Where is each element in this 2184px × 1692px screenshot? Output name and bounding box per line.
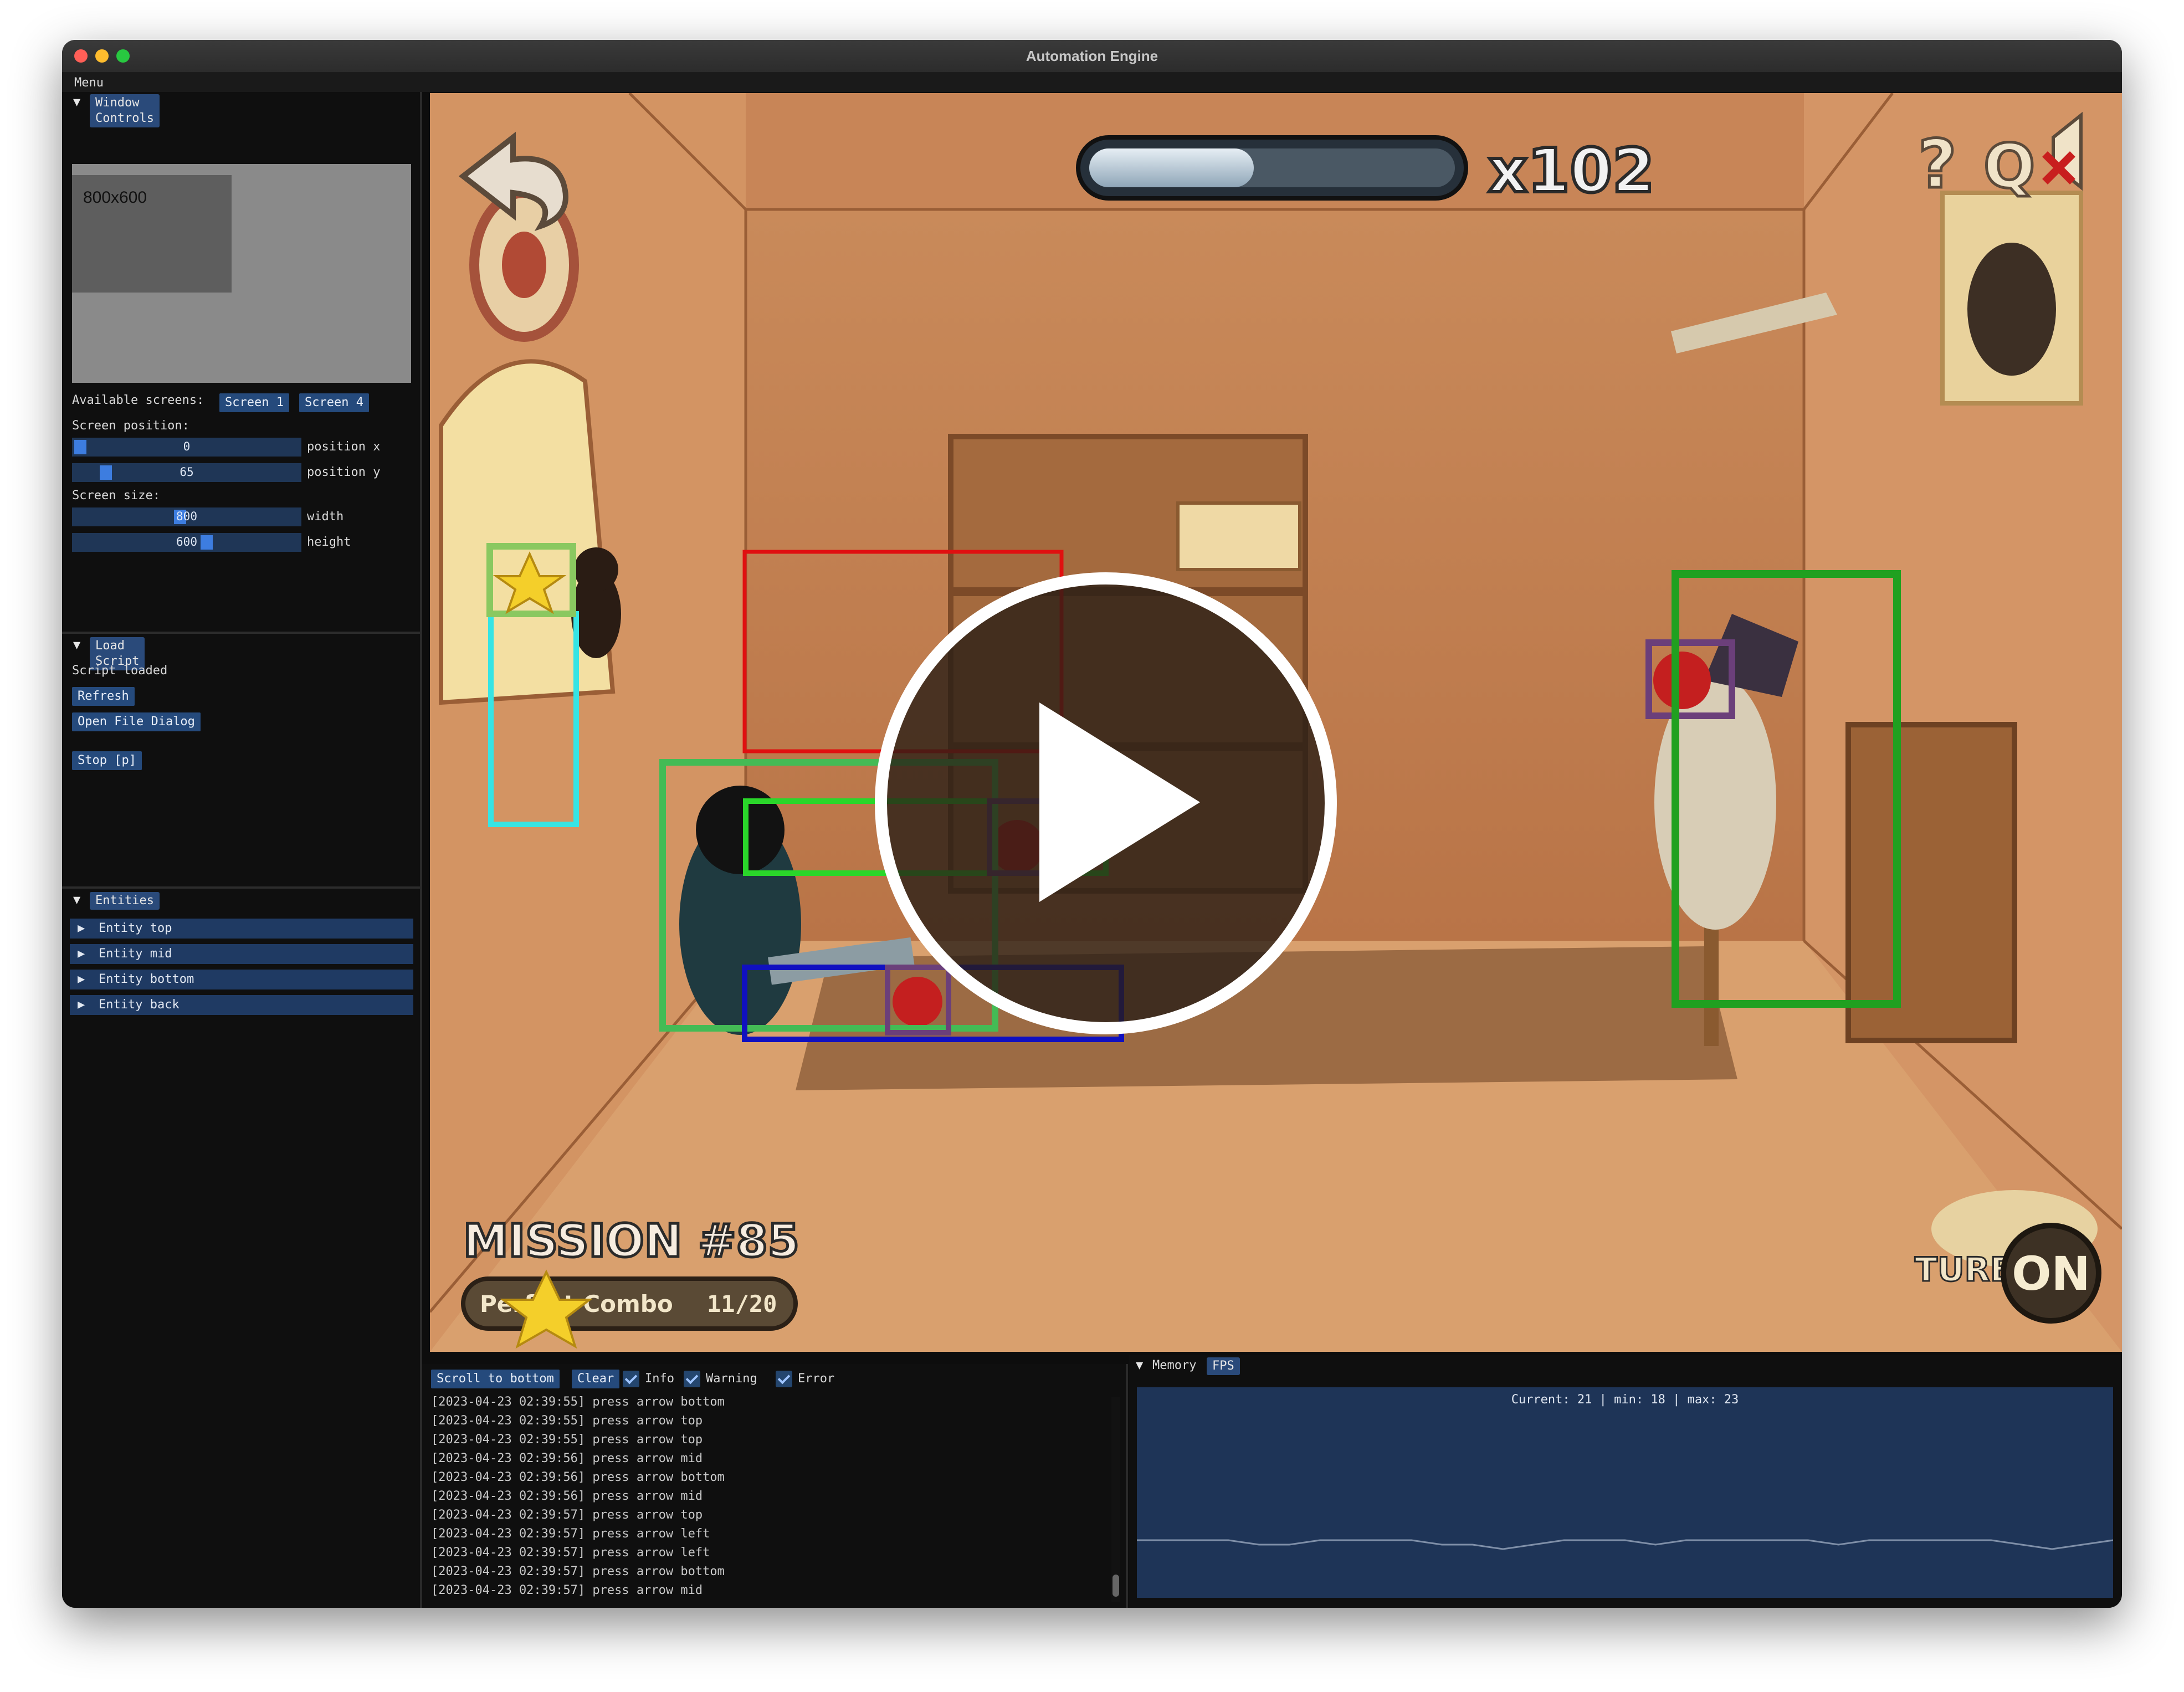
fps-graph (1137, 1539, 2113, 1550)
error-checkbox[interactable] (776, 1371, 792, 1387)
log-line: [2023-04-23 02:39:56] press arrow bottom (431, 1470, 725, 1484)
log-line: [2023-04-23 02:39:55] press arrow top (431, 1433, 703, 1447)
window-title: Automation Engine (1026, 48, 1158, 64)
log-line: [2023-04-23 02:39:56] press arrow mid (431, 1489, 703, 1503)
fps-plot: Current: 21 | min: 18 | max: 23 (1137, 1387, 2113, 1598)
log-line: [2023-04-23 02:39:57] press arrow top (431, 1508, 703, 1522)
tab-memory[interactable]: Memory (1152, 1358, 1196, 1372)
position-x-slider[interactable]: 0 (72, 438, 301, 457)
entity-label: Entity bottom (99, 972, 194, 986)
tab-fps[interactable]: FPS (1207, 1357, 1240, 1375)
height-slider[interactable]: 600 (72, 533, 301, 552)
collapse-arrow-icon[interactable]: ▼ (73, 95, 80, 109)
preview-size-label: 800x600 (83, 188, 147, 207)
quality-icon[interactable]: Q (1982, 130, 2037, 203)
clear-button[interactable]: Clear (572, 1370, 620, 1388)
log-line: [2023-04-23 02:39:57] press arrow left (431, 1527, 710, 1541)
height-label: height (307, 535, 351, 549)
entity-label: Entity back (99, 998, 180, 1012)
screen-position-label: Screen position: (72, 419, 189, 433)
error-label: Error (798, 1372, 835, 1386)
mission-label: MISSION #85 (463, 1215, 799, 1268)
menu-bar: Menu (62, 73, 2122, 92)
console-scrollbar[interactable] (1111, 1397, 1120, 1602)
position-y-label: position y (307, 465, 381, 479)
app-window: Automation Engine Menu ▼ Window Controls… (62, 40, 2122, 1608)
slider-value: 600 (176, 535, 197, 548)
game-viewport[interactable]: x102 ? Q MISSION #85 Perfect Combo 11/20… (430, 93, 2122, 1352)
red-target-bottom (893, 977, 942, 1027)
log-line: [2023-04-23 02:39:57] press arrow left (431, 1546, 710, 1560)
screen-1-button[interactable]: Screen 1 (219, 393, 289, 412)
warning-label: Warning (706, 1372, 757, 1386)
entity-label: Entity top (99, 921, 172, 935)
log-line: [2023-04-23 02:39:55] press arrow top (431, 1414, 703, 1428)
menu-item[interactable]: Menu (74, 76, 104, 90)
slider-value: 800 (176, 510, 197, 523)
side-shelf (1845, 722, 2017, 1043)
info-checkbox[interactable] (623, 1371, 639, 1387)
log-line: [2023-04-23 02:39:57] press arrow mid (431, 1583, 703, 1597)
screen-size-label: Screen size: (72, 489, 160, 503)
width-slider[interactable]: 800 (72, 507, 301, 526)
scrollbar-thumb[interactable] (1112, 1575, 1119, 1597)
game-scene: x102 ? Q MISSION #85 Perfect Combo 11/20… (430, 93, 2122, 1352)
position-y-slider[interactable]: 65 (72, 463, 301, 482)
section-divider (62, 886, 420, 889)
slider-value: 65 (180, 465, 194, 479)
log-line: [2023-04-23 02:39:56] press arrow mid (431, 1452, 703, 1465)
play-icon[interactable] (875, 572, 1337, 1034)
entity-item-back[interactable]: ▶ Entity back (70, 995, 413, 1015)
position-x-label: position x (307, 440, 381, 454)
collapse-arrow-icon[interactable]: ▼ (73, 893, 80, 907)
entity-item-bottom[interactable]: ▶ Entity bottom (70, 970, 413, 989)
red-target-back (1653, 652, 1711, 709)
entity-item-top[interactable]: ▶ Entity top (70, 919, 413, 939)
width-label: width (307, 510, 344, 524)
script-status: Script loaded (72, 664, 168, 678)
collapse-arrow-icon[interactable]: ▼ (1136, 1358, 1143, 1372)
expand-arrow-icon[interactable]: ▶ (78, 947, 85, 961)
title-bar[interactable]: Automation Engine (62, 40, 2122, 73)
section-title: Entities (90, 892, 160, 910)
expand-arrow-icon[interactable]: ▶ (78, 972, 85, 986)
performance-panel: ▼ Memory FPS Current: 21 | min: 18 | max… (1129, 1355, 2121, 1608)
entity-item-mid[interactable]: ▶ Entity mid (70, 944, 413, 964)
progress-bar (1076, 135, 1468, 201)
turbo-toggle[interactable]: ON (2001, 1223, 2101, 1324)
log-line: [2023-04-23 02:39:55] press arrow bottom (431, 1395, 725, 1409)
open-file-dialog-button[interactable]: Open File Dialog (72, 712, 201, 731)
log-console: Scroll to bottom Clear Info Warning Erro… (422, 1364, 1128, 1608)
multiplier-label: x102 (1488, 135, 1655, 206)
scroll-to-bottom-button[interactable]: Scroll to bottom (431, 1370, 560, 1388)
log-line: [2023-04-23 02:39:57] press arrow bottom (431, 1565, 725, 1578)
section-divider (62, 632, 420, 634)
expand-arrow-icon[interactable]: ▶ (78, 921, 85, 935)
refresh-button[interactable]: Refresh (72, 687, 135, 706)
fps-line (1137, 1539, 2113, 1550)
turbo-state: ON (2012, 1247, 2090, 1301)
screen-4-button[interactable]: Screen 4 (299, 393, 369, 412)
section-title: Window Controls (90, 94, 160, 127)
progress-fill (1089, 148, 1254, 187)
entity-label: Entity mid (99, 947, 172, 961)
available-screens-label: Available screens: (72, 393, 204, 407)
left-panel: ▼ Window Controls 800x600 Available scre… (62, 92, 422, 1608)
stop-button[interactable]: Stop [p] (72, 751, 142, 770)
screen-preview: 800x600 (72, 164, 411, 383)
open-book (1176, 501, 1301, 571)
collapse-arrow-icon[interactable]: ▼ (73, 638, 80, 652)
info-label: Info (645, 1372, 674, 1386)
combo-count: 11/20 (707, 1290, 777, 1317)
slider-value: 0 (183, 440, 191, 453)
help-icon[interactable]: ? (1917, 125, 1959, 205)
warning-checkbox[interactable] (684, 1371, 700, 1387)
expand-arrow-icon[interactable]: ▶ (78, 998, 85, 1012)
screen-region-preview: 800x600 (72, 175, 232, 293)
